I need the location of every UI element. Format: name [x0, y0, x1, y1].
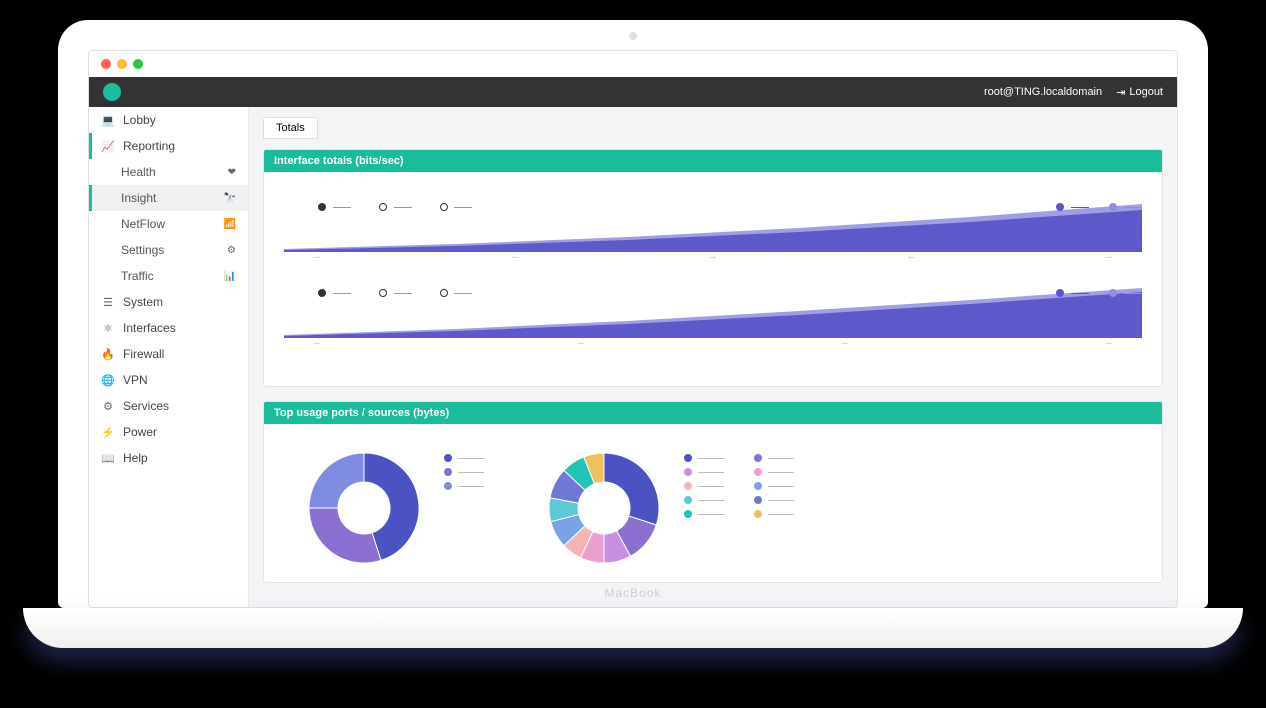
- donut-legend: [684, 448, 794, 518]
- close-icon[interactable]: [101, 59, 111, 69]
- area-legend-right: [1056, 288, 1142, 299]
- sidebar-subitem-label: NetFlow: [121, 217, 165, 231]
- sidebar-subitem-health[interactable]: Health ❤: [89, 159, 248, 185]
- sidebar-item-reporting[interactable]: 📈 Reporting: [89, 133, 248, 159]
- sidebar-item-help[interactable]: 📖 Help: [89, 445, 248, 471]
- tabs: Totals: [263, 117, 1163, 139]
- sidebar-item-interfaces[interactable]: ⚛ Interfaces: [89, 315, 248, 341]
- maximize-icon[interactable]: [133, 59, 143, 69]
- panel-top-usage: Top usage ports / sources (bytes): [263, 401, 1163, 583]
- panel-top-usage-header: Top usage ports / sources (bytes): [264, 402, 1162, 424]
- laptop-frame: root@TING.localdomain ⇥ Logout 💻 Lobby 📈 Re…: [58, 20, 1208, 608]
- legend-item: [754, 510, 794, 518]
- donut-chart-1: [304, 448, 484, 568]
- donut-chart-2: [544, 448, 794, 568]
- sidebar-item-label: Help: [123, 451, 148, 465]
- sidebar-item-firewall[interactable]: 🔥 Firewall: [89, 341, 248, 367]
- panel-interface-totals-header: Interface totals (bits/sec): [264, 150, 1162, 172]
- sidebar-item-power[interactable]: ⚡ Power: [89, 419, 248, 445]
- legend-item: [754, 468, 794, 476]
- sidebar-item-label: VPN: [123, 373, 148, 387]
- sidebar-subitem-label: Settings: [121, 243, 164, 257]
- window-controls: [89, 51, 1177, 77]
- stats-icon: 📊: [224, 271, 236, 282]
- sidebar-item-vpn[interactable]: 🌐 VPN: [89, 367, 248, 393]
- sidebar-subitem-label: Health: [121, 165, 156, 179]
- sidebar-item-label: Lobby: [123, 113, 156, 127]
- gear-icon: ⚙: [227, 245, 236, 256]
- sidebar-item-label: Reporting: [123, 139, 175, 153]
- sidebar-subitem-netflow[interactable]: NetFlow 📶: [89, 211, 248, 237]
- legend-item: [754, 482, 794, 490]
- logout-button[interactable]: ⇥ Logout: [1116, 86, 1163, 99]
- sidebar-item-label: Services: [123, 399, 169, 413]
- tab-totals[interactable]: Totals: [263, 117, 318, 139]
- sidebar-subitem-label: Traffic: [121, 269, 154, 283]
- legend-item: [754, 454, 794, 462]
- legend-item: [754, 496, 794, 504]
- legend-item: [444, 468, 484, 476]
- chart-icon: 📈: [101, 140, 115, 153]
- legend-item: [684, 510, 724, 518]
- legend-item: [684, 468, 724, 476]
- sidebar: 💻 Lobby 📈 Reporting Health ❤ Insight 🔭 NetFlow 📶 S…: [89, 107, 249, 607]
- sidebar-item-system[interactable]: ☰ System: [89, 289, 248, 315]
- fire-icon: 🔥: [101, 348, 115, 361]
- sidebar-subitem-settings[interactable]: Settings ⚙: [89, 237, 248, 263]
- minimize-icon[interactable]: [117, 59, 127, 69]
- donut-svg: [304, 448, 424, 568]
- screen: root@TING.localdomain ⇥ Logout 💻 Lobby 📈 Re…: [88, 50, 1178, 608]
- laptop-base: [23, 608, 1243, 648]
- area-legend-right: [1056, 202, 1142, 213]
- heartbeat-icon: ❤: [228, 167, 236, 178]
- area-chart-2: --------: [284, 288, 1142, 358]
- laptop-icon: 💻: [101, 114, 115, 127]
- binoculars-icon: 🔭: [224, 193, 236, 204]
- app-logo-icon: [103, 83, 121, 101]
- main-content: Totals Interface totals (bits/sec) -----…: [249, 107, 1177, 607]
- legend-item: [684, 482, 724, 490]
- sitemap-icon: ⚛: [101, 322, 115, 335]
- logout-icon: ⇥: [1116, 86, 1125, 99]
- sidebar-subitem-traffic[interactable]: Traffic 📊: [89, 263, 248, 289]
- area-legend-left: [318, 288, 472, 299]
- bolt-icon: ⚡: [101, 426, 115, 439]
- sidebar-item-label: Interfaces: [123, 321, 176, 335]
- sidebar-item-label: Firewall: [123, 347, 164, 361]
- area-chart-1: ----------: [284, 202, 1142, 272]
- list-icon: ☰: [101, 296, 115, 309]
- sidebar-subitem-insight[interactable]: Insight 🔭: [89, 185, 248, 211]
- sidebar-item-label: Power: [123, 425, 157, 439]
- book-icon: 📖: [101, 452, 115, 465]
- sidebar-subitem-label: Insight: [121, 191, 156, 205]
- area-legend-left: [318, 202, 472, 213]
- gear-icon: ⚙: [101, 400, 115, 413]
- rss-icon: 📶: [224, 219, 236, 230]
- legend-item: [444, 482, 484, 490]
- sidebar-item-label: System: [123, 295, 163, 309]
- topbar-user: root@TING.localdomain: [984, 86, 1102, 98]
- x-ticks: ----------: [284, 252, 1142, 262]
- legend-item: [684, 496, 724, 504]
- donut-svg: [544, 448, 664, 568]
- topbar: root@TING.localdomain ⇥ Logout: [89, 77, 1177, 107]
- panel-interface-totals: Interface totals (bits/sec) ----------: [263, 149, 1163, 387]
- globe-icon: 🌐: [101, 374, 115, 387]
- legend-item: [444, 454, 484, 462]
- logout-label: Logout: [1129, 86, 1163, 98]
- donut-legend: [444, 448, 484, 490]
- sidebar-item-lobby[interactable]: 💻 Lobby: [89, 107, 248, 133]
- sidebar-item-services[interactable]: ⚙ Services: [89, 393, 248, 419]
- legend-item: [684, 454, 724, 462]
- x-ticks: --------: [284, 338, 1142, 348]
